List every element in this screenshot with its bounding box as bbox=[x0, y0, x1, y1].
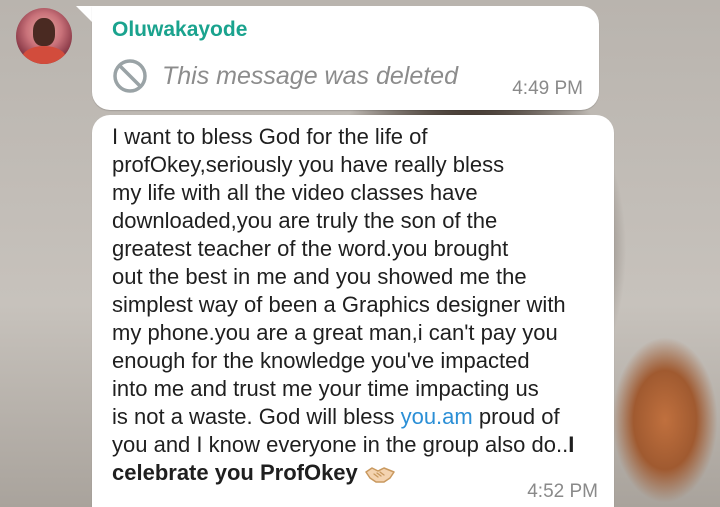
message-text-part1: I want to bless God for the life of prof… bbox=[112, 124, 566, 429]
avatar-shoulders bbox=[22, 46, 66, 64]
deleted-message-bubble[interactable]: Oluwakayode This message was deleted 4:4… bbox=[92, 6, 599, 110]
avatar-face bbox=[33, 18, 55, 46]
message-bubble[interactable]: I want to bless God for the life of prof… bbox=[92, 115, 614, 507]
message-timestamp: 4:52 PM bbox=[527, 481, 598, 502]
message-bold-end: celebrate you ProfOkey bbox=[112, 460, 358, 485]
message-timestamp: 4:49 PM bbox=[512, 78, 583, 99]
message-bold-start: I bbox=[568, 432, 575, 457]
message-link[interactable]: you.am bbox=[401, 404, 473, 429]
ban-icon bbox=[113, 59, 147, 93]
message-text: I want to bless God for the life of prof… bbox=[112, 123, 608, 487]
deleted-message-row: This message was deleted bbox=[112, 58, 458, 94]
sender-name[interactable]: Oluwakayode bbox=[112, 18, 247, 42]
contact-avatar[interactable] bbox=[16, 8, 72, 64]
handshake-icon bbox=[365, 467, 395, 483]
deleted-message-text: This message was deleted bbox=[162, 61, 458, 90]
